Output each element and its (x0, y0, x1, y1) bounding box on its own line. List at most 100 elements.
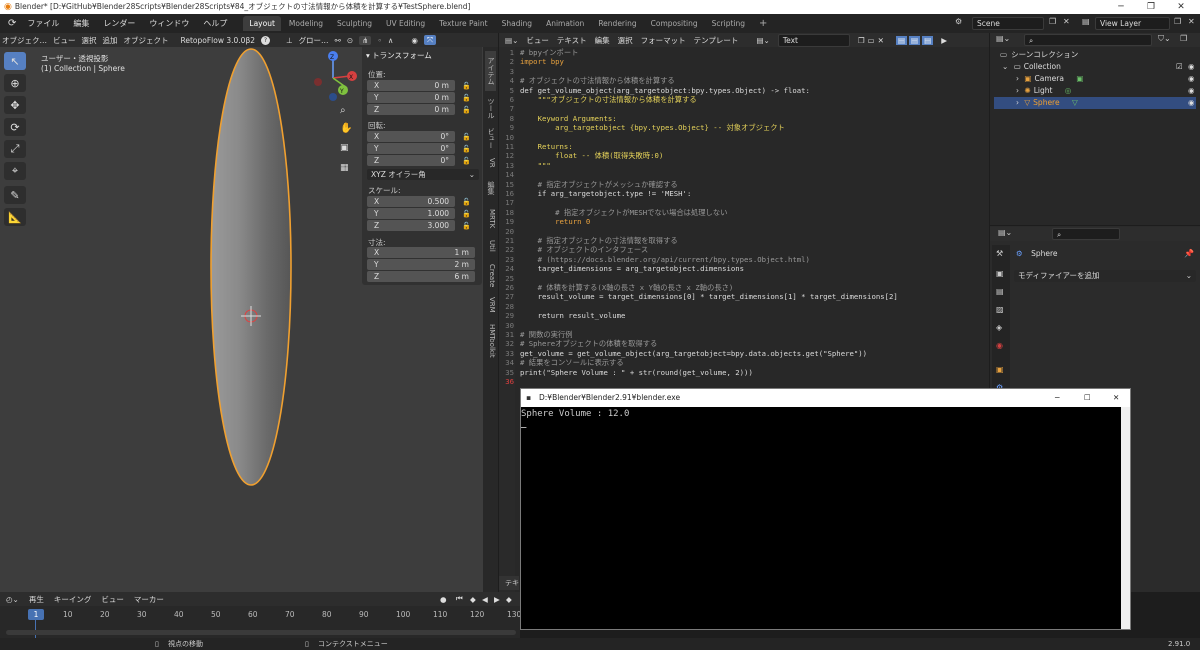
expand-chevron-icon[interactable]: ⌄ (1002, 62, 1008, 71)
console-minimize-button[interactable]: ─ (1055, 389, 1060, 407)
tab-modeling[interactable]: Modeling (283, 16, 329, 31)
new-text-icon[interactable]: ❐ (858, 36, 865, 45)
outliner-item-sphere[interactable]: › ▽ Sphere ▽ ◉ (994, 97, 1196, 109)
code-line[interactable]: 19 return 0 (499, 217, 590, 226)
menu-file[interactable]: ファイル (20, 14, 66, 33)
code-line[interactable]: 34 # 結果をコンソールに表示する (499, 358, 623, 367)
code-line[interactable]: 18 # 指定オブジェクトがMESHでない場合は処理しない (499, 208, 727, 217)
tab-view[interactable]: ビュー (485, 125, 496, 151)
timeline-ruler[interactable]: 1 102030405060708090100110120130140 (0, 608, 558, 622)
te-menu-edit[interactable]: 編集 (595, 35, 610, 46)
play-reverse-icon[interactable]: ◀ (482, 595, 488, 604)
exclude-checkbox[interactable]: ☑ (1176, 61, 1183, 73)
zoom-icon[interactable]: ⌕ (340, 105, 346, 116)
dimensions-z-field[interactable]: Z 6 m (367, 271, 475, 282)
code-line[interactable]: 21 # 指定オブジェクトの寸法情報を取得する (499, 236, 678, 245)
outliner-item-camera[interactable]: › ▣ Camera ▣ ◉ (994, 73, 1196, 85)
tab-hmtoolkit[interactable]: HMToolkit (485, 321, 496, 361)
proportional-falloff-icon[interactable]: ∧ (388, 36, 394, 45)
word-wrap-toggle-icon[interactable]: ▤ (909, 35, 921, 45)
timeline-scrollbar[interactable] (6, 630, 516, 635)
visibility-eye-icon[interactable]: ◉ (1188, 73, 1195, 85)
lock-icon[interactable]: 🔓 (462, 82, 471, 90)
console-close-button[interactable]: ✕ (1113, 389, 1119, 407)
new-view-layer-icon[interactable]: ❐ (1174, 17, 1181, 26)
render-tab-icon[interactable]: ▣ (996, 269, 1004, 278)
code-line[interactable]: 29 return result_volume (499, 311, 625, 320)
filter-icon[interactable]: ⛉⌄ (1158, 34, 1171, 44)
lock-icon[interactable]: 🔓 (462, 157, 471, 165)
code-line[interactable]: 31 # 関数の実行例 (499, 330, 572, 339)
select-box-tool-icon[interactable]: ↖ (4, 52, 26, 70)
location-x-field[interactable]: X 0 m (367, 80, 455, 91)
world-tab-icon[interactable]: ◉ (996, 341, 1003, 350)
rotate-tool-icon[interactable]: ⟳ (4, 118, 26, 136)
timeline-menu-playback[interactable]: 再生 (29, 594, 44, 605)
output-tab-icon[interactable]: ▤ (996, 287, 1004, 296)
code-line[interactable]: 26 # 体積を計算する(X軸の長さ x Y軸の長さ x Z軸の長さ) (499, 283, 733, 292)
window-close-button[interactable]: ✕ (1166, 0, 1196, 14)
delete-view-layer-icon[interactable]: ✕ (1188, 17, 1195, 26)
tab-shading[interactable]: Shading (496, 16, 538, 31)
pin-icon[interactable]: 📌 (1184, 249, 1194, 258)
tab-compositing[interactable]: Compositing (645, 16, 704, 31)
tab-create[interactable]: Create (485, 261, 496, 291)
code-line[interactable]: 32 # Sphereオブジェクトの体積を取得する (499, 339, 657, 348)
rotation-y-field[interactable]: Y 0° (367, 143, 455, 154)
rotation-z-field[interactable]: Z 0° (367, 155, 455, 166)
code-line[interactable]: 30 (499, 321, 520, 330)
tab-rendering[interactable]: Rendering (592, 16, 642, 31)
transform-panel-title[interactable]: ▾ トランスフォーム (366, 50, 432, 61)
code-line[interactable]: 11 Returns: (499, 142, 573, 151)
console-output-area[interactable]: Sphere Volume : 12.0 _ (521, 407, 1121, 629)
gizmo-toggle-icon[interactable]: ⤧ (423, 35, 436, 45)
snap-icon[interactable]: ⊙ (347, 36, 353, 45)
code-line[interactable]: 1 # bpyインポート (499, 48, 579, 57)
tab-layout[interactable]: Layout (243, 16, 281, 31)
open-text-icon[interactable]: ▭ (868, 36, 875, 45)
window-maximize-button[interactable]: ❐ (1136, 0, 1166, 14)
jump-start-icon[interactable]: ⏮ (456, 594, 463, 604)
timeline-menu-marker[interactable]: マーカー (134, 594, 164, 605)
dimensions-y-field[interactable]: Y 2 m (367, 259, 475, 270)
help-icon[interactable]: ? (261, 35, 271, 45)
code-line[interactable]: 7 (499, 104, 520, 113)
properties-editor-icon[interactable]: ▤⌄ (998, 228, 1012, 237)
rotation-mode-dropdown[interactable]: XYZ オイラー角 ⌄ (367, 169, 479, 180)
te-menu-format[interactable]: フォーマット (641, 35, 686, 46)
tab-texture-paint[interactable]: Texture Paint (433, 16, 493, 31)
delete-scene-icon[interactable]: ✕ (1063, 17, 1070, 26)
lock-icon[interactable]: 🔓 (462, 133, 471, 141)
code-line[interactable]: 33 get_volume = get_volume_object(arg_tar… (499, 349, 867, 358)
menu-edit[interactable]: 編集 (66, 14, 96, 33)
scene-tab-icon[interactable]: ◈ (996, 323, 1002, 332)
add-workspace-button[interactable]: + (753, 16, 773, 31)
expand-chevron-icon[interactable]: › (1016, 98, 1019, 107)
expand-chevron-icon[interactable]: › (1016, 74, 1019, 83)
current-frame-indicator[interactable]: 1 (28, 609, 44, 620)
menu-render[interactable]: レンダー (96, 14, 142, 33)
perspective-toggle-icon[interactable]: ▦ (340, 163, 349, 173)
lock-icon[interactable]: 🔓 (462, 210, 471, 218)
code-line[interactable]: 10 (499, 133, 520, 142)
syntax-highlight-toggle-icon[interactable]: ▤ (922, 35, 934, 45)
lock-icon[interactable]: 🔓 (462, 145, 471, 153)
code-line[interactable]: 4 # オブジェクトの寸法情報から体積を計算する (499, 76, 675, 85)
outliner-scene-collection[interactable]: ▭ シーンコレクション (994, 49, 1196, 61)
text-editor-sidebar-tab[interactable]: テキ (499, 576, 519, 590)
code-line[interactable]: 22 # オブジェクトのインタフェース (499, 245, 648, 254)
location-z-field[interactable]: Z 0 m (367, 104, 455, 115)
outliner-search-input[interactable]: ⌕ (1024, 34, 1152, 46)
code-line[interactable]: 24 target_dimensions = arg_targetobject.… (499, 264, 744, 273)
code-line[interactable]: 23 # (https://docs.blender.org/api/curre… (499, 255, 810, 264)
tab-edit[interactable]: 編集 (485, 177, 496, 199)
viewport-menu-view[interactable]: ビュー (53, 35, 76, 46)
code-line[interactable]: 8 Keyword Arguments: (499, 114, 617, 123)
code-line[interactable]: 28 (499, 302, 520, 311)
console-window[interactable]: ▪ D:¥Blender¥Blender2.91¥blender.exe ─ ☐… (520, 388, 1131, 630)
code-line[interactable]: 3 (499, 67, 520, 76)
unlink-text-icon[interactable]: ✕ (878, 36, 884, 45)
scale-z-field[interactable]: Z 3.000 (367, 220, 455, 231)
object-mode-selector[interactable]: オブジェク… (2, 35, 47, 46)
scene-selector[interactable]: Scene (972, 17, 1044, 30)
